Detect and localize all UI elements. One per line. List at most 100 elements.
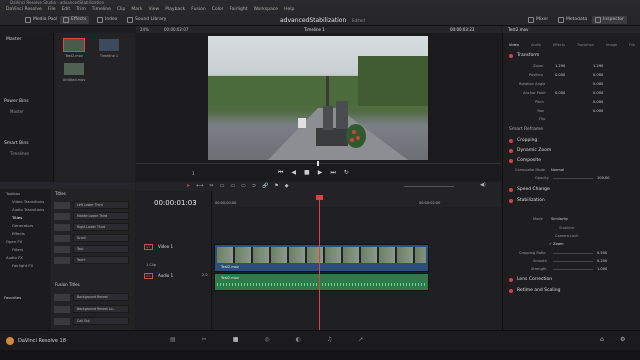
tree-audio-transitions[interactable]: Audio Transitions bbox=[12, 207, 44, 212]
go-to-end-icon[interactable]: ⏭ bbox=[330, 169, 335, 177]
play-icon[interactable]: ▶ bbox=[318, 169, 323, 177]
scrub-handle[interactable] bbox=[317, 161, 319, 166]
tree-titles[interactable]: Titles bbox=[12, 215, 22, 220]
master-bin[interactable]: Master bbox=[6, 37, 21, 42]
menu-playback[interactable]: Playback bbox=[165, 6, 185, 14]
video-clip[interactable]: Test2.mov bbox=[214, 244, 429, 272]
go-to-start-icon[interactable]: ⏮ bbox=[278, 169, 283, 177]
smooth-value[interactable]: 0.250 bbox=[597, 259, 607, 263]
audio-clip[interactable]: Test2.mov bbox=[214, 273, 429, 291]
title-item[interactable]: Left Lower Third bbox=[54, 201, 129, 209]
rotation-value[interactable]: 0.000 bbox=[593, 82, 603, 86]
home-icon[interactable]: ⌂ bbox=[600, 336, 604, 343]
smart-reframe-section[interactable]: Smart Reframe bbox=[509, 127, 543, 132]
lens-correction-section[interactable]: Lens Correction bbox=[509, 277, 552, 282]
yaw-value[interactable]: 0.000 bbox=[593, 109, 603, 113]
composite-mode-dropdown[interactable]: Normal bbox=[551, 168, 564, 172]
zoom-x-value[interactable]: 1.290 bbox=[555, 64, 565, 68]
overwrite-icon[interactable]: ▭ bbox=[230, 183, 235, 189]
tab-transition[interactable]: Transition bbox=[577, 43, 594, 49]
enable-dot-icon[interactable] bbox=[509, 158, 513, 163]
blade-tool-icon[interactable]: ✂ bbox=[209, 183, 213, 189]
enable-dot-icon[interactable] bbox=[509, 198, 513, 203]
menu-mark[interactable]: Mark bbox=[131, 6, 142, 14]
menu-color[interactable]: Color bbox=[212, 6, 224, 14]
clip-thumbnail[interactable] bbox=[63, 38, 85, 52]
metadata-button[interactable]: Metadata bbox=[555, 16, 590, 24]
cropping-section[interactable]: Cropping bbox=[509, 138, 537, 143]
playhead-handle[interactable] bbox=[316, 195, 323, 200]
title-item[interactable]: Right Lower Third bbox=[54, 223, 129, 231]
cropping-ratio-value[interactable]: 0.500 bbox=[597, 251, 607, 255]
opacity-slider[interactable] bbox=[553, 178, 593, 179]
mode-dropdown[interactable]: Similarity bbox=[551, 217, 568, 221]
fusion-title-item[interactable]: Call Out bbox=[54, 317, 129, 325]
deliver-page-icon[interactable]: ➚ bbox=[358, 336, 363, 343]
speed-change-section[interactable]: Speed Change bbox=[509, 187, 550, 192]
inspector-button[interactable]: Inspector bbox=[592, 16, 627, 24]
marker-icon[interactable]: ◆ bbox=[285, 183, 289, 189]
menu-file[interactable]: File bbox=[48, 6, 56, 14]
enable-dot-icon[interactable] bbox=[509, 277, 513, 282]
tab-effects[interactable]: Effects bbox=[553, 43, 565, 49]
menu-trim[interactable]: Trim bbox=[76, 6, 86, 14]
timeline-thumbnail[interactable] bbox=[98, 38, 120, 52]
menu-davinci[interactable]: DaVinci Resolve bbox=[6, 6, 42, 14]
tree-audio-fx[interactable]: Audio FX bbox=[6, 255, 23, 260]
tab-file[interactable]: File bbox=[629, 43, 635, 49]
media-pool-button[interactable]: Media Pool bbox=[22, 16, 60, 24]
media-page-icon[interactable]: ▤ bbox=[170, 336, 176, 343]
settings-icon[interactable]: ⚙ bbox=[620, 336, 625, 343]
viewer[interactable]: 1 ⏮ ◀ ■ ▶ ⏭ ↻ bbox=[136, 33, 501, 181]
tree-video-transitions[interactable]: Video Transitions bbox=[12, 199, 44, 204]
link-icon[interactable]: 🔗 bbox=[262, 183, 268, 189]
enable-dot-icon[interactable] bbox=[509, 53, 513, 58]
smooth-slider[interactable] bbox=[553, 261, 593, 262]
power-bins-master[interactable]: Master bbox=[10, 109, 24, 114]
transform-section[interactable]: Transform bbox=[509, 53, 539, 58]
audio-meter-icon[interactable]: ◀) bbox=[480, 182, 486, 188]
menu-view[interactable]: View bbox=[149, 6, 160, 14]
mixer-button[interactable]: Mixer bbox=[525, 16, 551, 24]
index-button[interactable]: Index bbox=[94, 16, 120, 24]
opacity-value[interactable]: 100.00 bbox=[597, 176, 610, 180]
stop-icon[interactable]: ■ bbox=[304, 169, 310, 177]
zoom-y-value[interactable]: 1.290 bbox=[593, 64, 603, 68]
title-item[interactable]: Scroll bbox=[54, 234, 129, 242]
fusion-title-item[interactable]: Background Reveal Lo... bbox=[54, 305, 129, 313]
pitch-value[interactable]: 0.000 bbox=[593, 100, 603, 104]
enable-dot-icon[interactable] bbox=[509, 288, 513, 293]
tree-filters[interactable]: Filters bbox=[12, 247, 23, 252]
timeline-ruler[interactable]: 00:00:00:00 00:00:02:00 bbox=[213, 191, 501, 207]
fairlight-page-icon[interactable]: ♫ bbox=[327, 336, 332, 343]
tab-video[interactable]: Video bbox=[509, 43, 519, 49]
audio-track-id[interactable]: A1 bbox=[144, 273, 153, 279]
strength-value[interactable]: 1.000 bbox=[597, 267, 607, 271]
fusion-title-item[interactable]: Background Reveal bbox=[54, 293, 129, 301]
edit-page-icon[interactable]: ▦ bbox=[233, 336, 239, 343]
composite-section[interactable]: Composite bbox=[509, 158, 541, 163]
tab-audio[interactable]: Audio bbox=[531, 43, 541, 49]
insert-icon[interactable]: ▭ bbox=[220, 183, 225, 189]
trim-tool-icon[interactable]: ⟷ bbox=[196, 183, 203, 189]
title-item[interactable]: Text+ bbox=[54, 256, 129, 264]
zoom-checkbox[interactable]: ✓ Zoom bbox=[549, 242, 564, 246]
retime-scaling-section[interactable]: Retime and Scaling bbox=[509, 288, 560, 293]
clip-thumbnail[interactable] bbox=[63, 62, 85, 76]
replace-icon[interactable]: ▭ bbox=[241, 183, 246, 189]
strength-slider[interactable] bbox=[553, 269, 593, 270]
menu-clip[interactable]: Clip bbox=[117, 6, 126, 14]
playhead[interactable] bbox=[319, 197, 320, 330]
smart-bins-timelines[interactable]: Timelines bbox=[10, 151, 29, 156]
position-x-value[interactable]: 0.000 bbox=[555, 73, 565, 77]
menu-help[interactable]: Help bbox=[284, 6, 294, 14]
title-item[interactable]: Middle Lower Third bbox=[54, 212, 129, 220]
dynamic-zoom-section[interactable]: Dynamic Zoom bbox=[509, 148, 551, 153]
menu-fairlight[interactable]: Fairlight bbox=[229, 6, 247, 14]
stabilize-button[interactable]: Stabilize bbox=[559, 226, 574, 230]
video-track-id[interactable]: V1 bbox=[144, 244, 153, 250]
stabilization-section[interactable]: Stabilization bbox=[509, 198, 545, 203]
title-item[interactable]: Text bbox=[54, 245, 129, 253]
menu-edit[interactable]: Edit bbox=[61, 6, 70, 14]
effects-button[interactable]: Effects bbox=[60, 16, 90, 24]
